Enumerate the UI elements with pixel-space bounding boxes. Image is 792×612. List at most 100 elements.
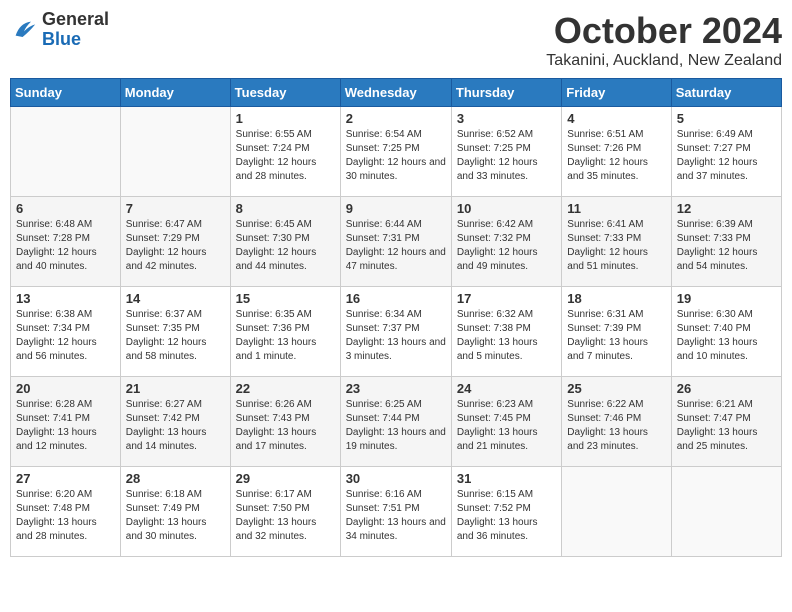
day-info: Sunrise: 6:41 AMSunset: 7:33 PMDaylight:…: [567, 218, 665, 274]
day-number: 19: [677, 291, 776, 306]
calendar-cell: [671, 467, 781, 557]
day-info: Sunrise: 6:39 AMSunset: 7:33 PMDaylight:…: [677, 218, 776, 274]
calendar-cell: 22 Sunrise: 6:26 AMSunset: 7:43 PMDayligh…: [230, 377, 340, 467]
calendar-cell: 14Sunrise: 6:37 AMSunset: 7:35 PMDayligh…: [120, 287, 230, 377]
weekday-header-wednesday: Wednesday: [340, 79, 451, 107]
day-number: 12: [677, 201, 776, 216]
day-info: Sunrise: 6:42 AMSunset: 7:32 PMDaylight:…: [457, 218, 556, 274]
calendar-week-4: 20Sunrise: 6:28 AMSunset: 7:41 PMDayligh…: [11, 377, 782, 467]
day-number: 29: [236, 471, 335, 486]
title-block: October 2024 Takanini, Auckland, New Zea…: [546, 10, 782, 70]
calendar-cell: 20Sunrise: 6:28 AMSunset: 7:41 PMDayligh…: [11, 377, 121, 467]
day-info: Sunrise: 6:22 AMSunset: 7:46 PMDaylight:…: [567, 398, 665, 454]
day-info: Sunrise: 6:38 AMSunset: 7:34 PMDaylight:…: [16, 308, 115, 364]
calendar-cell: 16Sunrise: 6:34 AMSunset: 7:37 PMDayligh…: [340, 287, 451, 377]
logo-general-text: General: [42, 10, 109, 30]
calendar-cell: 21 Sunrise: 6:27 AMSunset: 7:42 PMDayligh…: [120, 377, 230, 467]
weekday-header-saturday: Saturday: [671, 79, 781, 107]
calendar-cell: 5 Sunrise: 6:49 AMSunset: 7:27 PMDaylight…: [671, 107, 781, 197]
calendar-cell: 8 Sunrise: 6:45 AMSunset: 7:30 PMDaylight…: [230, 197, 340, 287]
weekday-header-sunday: Sunday: [11, 79, 121, 107]
day-number: 31: [457, 471, 556, 486]
day-number: 22: [236, 381, 335, 396]
day-number: 9: [346, 201, 446, 216]
day-info: Sunrise: 6:30 AMSunset: 7:40 PMDaylight:…: [677, 308, 776, 364]
day-number: 28: [126, 471, 225, 486]
logo-bird-icon: [10, 16, 38, 44]
day-number: 8: [236, 201, 335, 216]
day-info: Sunrise: 6:45 AMSunset: 7:30 PMDaylight:…: [236, 218, 335, 274]
calendar-week-5: 27 Sunrise: 6:20 AMSunset: 7:48 PMDayligh…: [11, 467, 782, 557]
day-number: 7: [126, 201, 225, 216]
day-info: Sunrise: 6:49 AMSunset: 7:27 PMDaylight:…: [677, 128, 776, 184]
calendar-cell: 23 Sunrise: 6:25 AMSunset: 7:44 PMDayligh…: [340, 377, 451, 467]
day-info: Sunrise: 6:32 AMSunset: 7:38 PMDaylight:…: [457, 308, 556, 364]
calendar-cell: 10 Sunrise: 6:42 AMSunset: 7:32 PMDayligh…: [451, 197, 561, 287]
weekday-header-thursday: Thursday: [451, 79, 561, 107]
day-info: Sunrise: 6:31 AMSunset: 7:39 PMDaylight:…: [567, 308, 665, 364]
day-number: 23: [346, 381, 446, 396]
calendar-cell: 12 Sunrise: 6:39 AMSunset: 7:33 PMDayligh…: [671, 197, 781, 287]
calendar-week-2: 6 Sunrise: 6:48 AMSunset: 7:28 PMDaylight…: [11, 197, 782, 287]
page-header: General Blue October 2024 Takanini, Auck…: [10, 10, 782, 70]
day-number: 11: [567, 201, 665, 216]
calendar-cell: [120, 107, 230, 197]
day-number: 5: [677, 111, 776, 126]
day-info: Sunrise: 6:44 AMSunset: 7:31 PMDaylight:…: [346, 218, 446, 274]
day-info: Sunrise: 6:28 AMSunset: 7:41 PMDaylight:…: [16, 398, 115, 454]
weekday-header-monday: Monday: [120, 79, 230, 107]
day-info: Sunrise: 6:26 AMSunset: 7:43 PMDaylight:…: [236, 398, 335, 454]
day-info: Sunrise: 6:34 AMSunset: 7:37 PMDaylight:…: [346, 308, 446, 364]
calendar-cell: 13Sunrise: 6:38 AMSunset: 7:34 PMDayligh…: [11, 287, 121, 377]
day-info: Sunrise: 6:55 AMSunset: 7:24 PMDaylight:…: [236, 128, 335, 184]
day-info: Sunrise: 6:48 AMSunset: 7:28 PMDaylight:…: [16, 218, 115, 274]
day-info: Sunrise: 6:25 AMSunset: 7:44 PMDaylight:…: [346, 398, 446, 454]
day-number: 10: [457, 201, 556, 216]
day-info: Sunrise: 6:15 AMSunset: 7:52 PMDaylight:…: [457, 488, 556, 544]
day-info: Sunrise: 6:17 AMSunset: 7:50 PMDaylight:…: [236, 488, 335, 544]
calendar-cell: 2Sunrise: 6:54 AMSunset: 7:25 PMDaylight…: [340, 107, 451, 197]
calendar-cell: 18 Sunrise: 6:31 AMSunset: 7:39 PMDayligh…: [562, 287, 671, 377]
day-number: 4: [567, 111, 665, 126]
calendar-cell: 9 Sunrise: 6:44 AMSunset: 7:31 PMDaylight…: [340, 197, 451, 287]
calendar-cell: 27 Sunrise: 6:20 AMSunset: 7:48 PMDayligh…: [11, 467, 121, 557]
calendar-cell: 25Sunrise: 6:22 AMSunset: 7:46 PMDayligh…: [562, 377, 671, 467]
location-text: Takanini, Auckland, New Zealand: [546, 52, 782, 70]
weekday-header-friday: Friday: [562, 79, 671, 107]
day-number: 17: [457, 291, 556, 306]
day-info: Sunrise: 6:27 AMSunset: 7:42 PMDaylight:…: [126, 398, 225, 454]
calendar-cell: 11 Sunrise: 6:41 AMSunset: 7:33 PMDayligh…: [562, 197, 671, 287]
month-title: October 2024: [546, 10, 782, 52]
calendar-cell: 1 Sunrise: 6:55 AMSunset: 7:24 PMDaylight…: [230, 107, 340, 197]
calendar-cell: 4Sunrise: 6:51 AMSunset: 7:26 PMDaylight…: [562, 107, 671, 197]
day-number: 6: [16, 201, 115, 216]
calendar-cell: 29 Sunrise: 6:17 AMSunset: 7:50 PMDayligh…: [230, 467, 340, 557]
calendar-cell: 17 Sunrise: 6:32 AMSunset: 7:38 PMDayligh…: [451, 287, 561, 377]
day-info: Sunrise: 6:37 AMSunset: 7:35 PMDaylight:…: [126, 308, 225, 364]
calendar-cell: 31 Sunrise: 6:15 AMSunset: 7:52 PMDayligh…: [451, 467, 561, 557]
day-info: Sunrise: 6:20 AMSunset: 7:48 PMDaylight:…: [16, 488, 115, 544]
calendar-cell: 26Sunrise: 6:21 AMSunset: 7:47 PMDayligh…: [671, 377, 781, 467]
calendar-cell: 6 Sunrise: 6:48 AMSunset: 7:28 PMDaylight…: [11, 197, 121, 287]
logo-blue-text: Blue: [42, 30, 109, 50]
day-number: 1: [236, 111, 335, 126]
day-info: Sunrise: 6:47 AMSunset: 7:29 PMDaylight:…: [126, 218, 225, 274]
calendar-cell: 3Sunrise: 6:52 AMSunset: 7:25 PMDaylight…: [451, 107, 561, 197]
day-info: Sunrise: 6:23 AMSunset: 7:45 PMDaylight:…: [457, 398, 556, 454]
day-info: Sunrise: 6:52 AMSunset: 7:25 PMDaylight:…: [457, 128, 556, 184]
calendar-week-1: 1 Sunrise: 6:55 AMSunset: 7:24 PMDaylight…: [11, 107, 782, 197]
calendar-table: SundayMondayTuesdayWednesdayThursdayFrid…: [10, 78, 782, 557]
weekday-header-tuesday: Tuesday: [230, 79, 340, 107]
day-number: 24: [457, 381, 556, 396]
day-info: Sunrise: 6:54 AMSunset: 7:25 PMDaylight:…: [346, 128, 446, 184]
day-number: 21: [126, 381, 225, 396]
day-number: 18: [567, 291, 665, 306]
day-info: Sunrise: 6:21 AMSunset: 7:47 PMDaylight:…: [677, 398, 776, 454]
day-number: 15: [236, 291, 335, 306]
calendar-cell: [562, 467, 671, 557]
day-number: 27: [16, 471, 115, 486]
calendar-cell: 15Sunrise: 6:35 AMSunset: 7:36 PMDayligh…: [230, 287, 340, 377]
calendar-cell: 24 Sunrise: 6:23 AMSunset: 7:45 PMDayligh…: [451, 377, 561, 467]
calendar-cell: [11, 107, 121, 197]
calendar-cell: 7 Sunrise: 6:47 AMSunset: 7:29 PMDaylight…: [120, 197, 230, 287]
